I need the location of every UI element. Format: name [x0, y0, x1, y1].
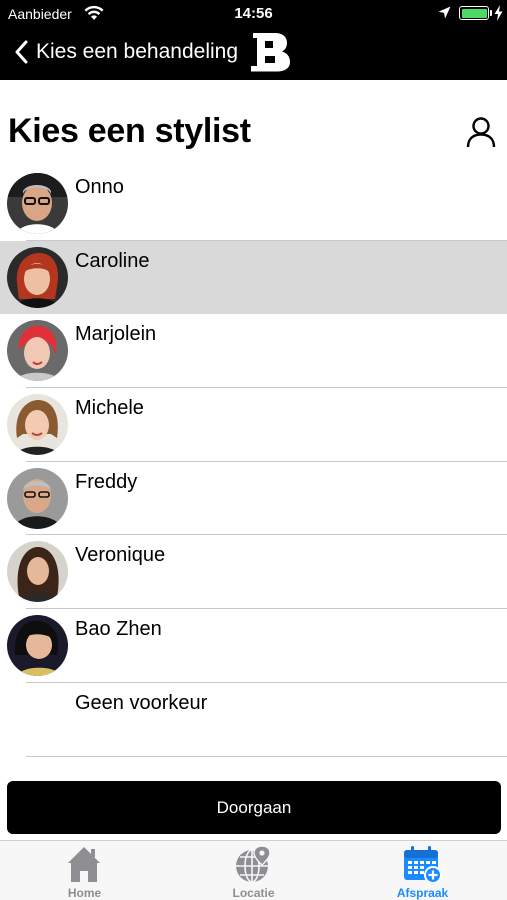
user-profile-icon[interactable]: [466, 116, 496, 148]
avatar: [7, 246, 68, 308]
stylist-name: Veronique: [75, 544, 166, 567]
avatar: [7, 320, 68, 382]
tab-appointment[interactable]: Afspraak: [338, 841, 507, 900]
avatar: [7, 173, 68, 234]
avatar: [7, 541, 68, 603]
stylist-name: Bao Zhen: [75, 618, 162, 641]
avatar: [7, 467, 68, 529]
stylist-name: Freddy: [75, 470, 138, 493]
tab-bar: Home Locatie Afspraak: [0, 840, 507, 900]
status-bar: Aanbieder 14:56: [0, 0, 507, 28]
top-bar: Aanbieder 14:56 Kies een behandeling: [0, 0, 507, 80]
home-icon: [68, 847, 100, 882]
status-time: 14:56: [234, 5, 273, 22]
stylist-name: Marjolein: [75, 323, 157, 346]
charging-bolt-icon: [494, 5, 503, 21]
back-button[interactable]: Kies een behandeling: [14, 36, 238, 68]
avatar: [7, 615, 68, 677]
stylist-row-bao-zhen[interactable]: Bao Zhen: [0, 609, 507, 683]
battery-cap: [490, 10, 492, 16]
stylist-row-no-preference[interactable]: Geen voorkeur: [0, 683, 507, 757]
tab-label: Home: [67, 886, 102, 900]
battery-icon: [459, 6, 489, 20]
tab-home[interactable]: Home: [0, 841, 169, 900]
avatar: [7, 394, 68, 456]
row-divider: [26, 755, 507, 757]
tab-location[interactable]: Locatie: [169, 841, 338, 900]
location-arrow-icon: [438, 6, 451, 19]
stylist-name: Caroline: [75, 249, 150, 272]
stylist-row-caroline[interactable]: Caroline: [0, 240, 507, 315]
brand-logo: [251, 33, 290, 72]
stylist-row-michele[interactable]: Michele: [0, 388, 507, 462]
stylist-row-freddy[interactable]: Freddy: [0, 462, 507, 536]
globe-icon: [236, 845, 271, 883]
stylist-name: Onno: [75, 176, 124, 198]
stylist-list: Onno Caroline Marjolein Michele Freddy V: [0, 167, 507, 757]
stylist-row-veronique[interactable]: Veronique: [0, 535, 507, 610]
stylist-name: Geen voorkeur: [75, 691, 208, 714]
calendar-add-icon: [404, 846, 442, 884]
continue-button[interactable]: Doorgaan: [7, 781, 501, 834]
stylist-row-marjolein[interactable]: Marjolein: [0, 314, 507, 389]
chevron-left-icon: [15, 40, 28, 64]
tab-label: Locatie: [232, 886, 275, 900]
page-title: Kies een stylist: [8, 112, 251, 150]
back-label: Kies een behandeling: [36, 40, 239, 63]
stylist-row-onno[interactable]: Onno: [0, 167, 507, 241]
stylist-name: Michele: [75, 397, 144, 420]
tab-label: Afspraak: [396, 886, 449, 900]
